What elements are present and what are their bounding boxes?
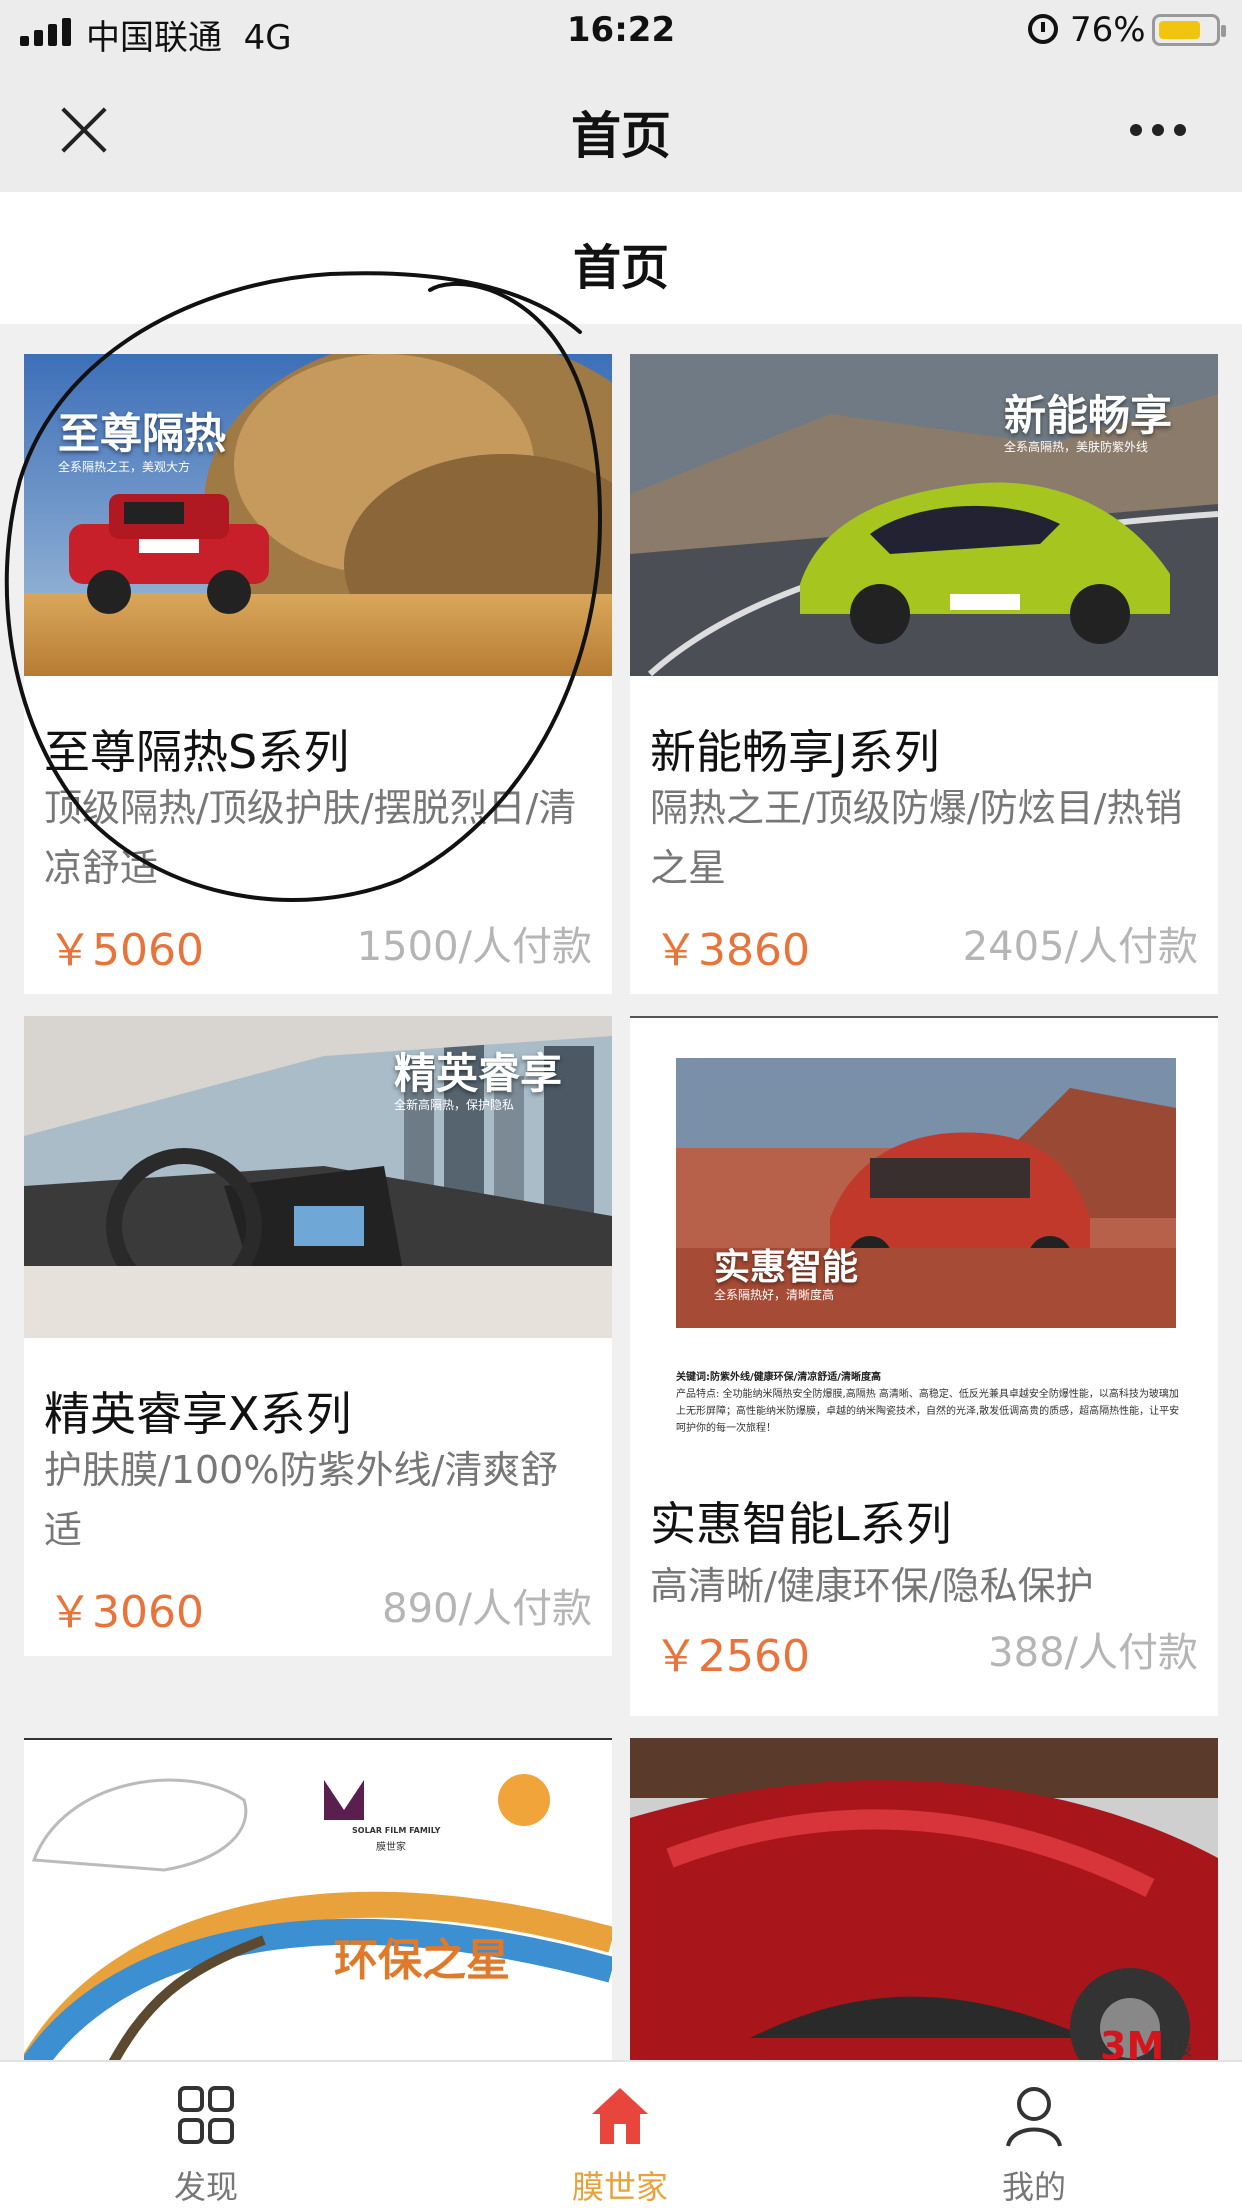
top-bar: 中国联通 4G 16:22 76% 首页	[0, 0, 1242, 192]
banner-title: 至尊隔热	[58, 409, 227, 458]
banner-title: 3M	[1100, 2024, 1165, 2060]
paid-count: 890/人付款	[382, 1586, 592, 1632]
tab-discover[interactable]: 发现	[106, 2062, 306, 2208]
nav-bar: 首页	[0, 62, 1242, 192]
product-card-j[interactable]: 新能畅享 全系高隔热，美肤防紫外线 新能畅享J系列 隔热之王/顶级防爆/防炫目/…	[630, 354, 1218, 994]
tab-mine[interactable]: 我的	[934, 2062, 1134, 2208]
tab-label: 我的	[1001, 2168, 1066, 2206]
product-desc: 隔热之王/顶级防爆/防炫目/热销之星	[650, 786, 1183, 890]
tab-label: 发现	[173, 2168, 238, 2206]
battery-icon	[1152, 14, 1226, 46]
banner-title: 环保之星	[334, 1935, 510, 1986]
brand-name-cn: 膜世家	[376, 1842, 406, 1853]
product-price: ￥3060	[48, 1587, 204, 1638]
product-name: 精英睿享X系列	[44, 1387, 352, 1441]
product-image[interactable]: 新能畅享 全系高隔热，美肤防紫外线	[630, 354, 1218, 676]
banner-subtitle: 全系隔热之王，美观大方	[58, 460, 191, 474]
product-price: ￥3860	[654, 925, 810, 976]
grid-icon	[178, 2086, 234, 2144]
product-keywords: 关键词:防紫外线/健康环保/清凉舒适/清晰度高	[676, 1372, 881, 1383]
product-image[interactable]: 3M 科技	[630, 1738, 1218, 2060]
product-name: 新能畅享J系列	[650, 725, 940, 779]
banner-title: 实惠智能	[714, 1247, 859, 1288]
product-desc: 顶级隔热/顶级护肤/摆脱烈日/清凉舒适	[44, 786, 577, 890]
product-desc: 高清晰/健康环保/隐私保护	[650, 1564, 1094, 1608]
product-card-x[interactable]: 精英睿享 全新高隔热，保护隐私 精英睿享X系列 护肤膜/100%防紫外线/清爽舒…	[24, 1016, 612, 1656]
product-card-eco[interactable]: SOLAR FILM FAMILY 膜世家 环保之星 健康环保	[24, 1738, 612, 2060]
product-image[interactable]: 实惠智能 全系隔热好，清晰度高 关键词:防紫外线/健康环保/清凉舒适/清晰度高 …	[630, 1016, 1218, 1456]
tab-home[interactable]: 膜世家	[520, 2062, 720, 2208]
product-image[interactable]: SOLAR FILM FAMILY 膜世家 环保之星 健康环保	[24, 1740, 612, 2060]
tab-label: 膜世家	[571, 2168, 668, 2206]
home-icon	[592, 2088, 648, 2144]
battery-fill	[1159, 21, 1200, 39]
paid-count: 388/人付款	[988, 1630, 1198, 1676]
banner-subtitle: 全系隔热好，清晰度高	[714, 1288, 835, 1302]
product-image[interactable]: 精英睿享 全新高隔热，保护隐私	[24, 1016, 612, 1338]
paid-count: 2405/人付款	[962, 924, 1198, 970]
banner-subtitle: 科技	[1160, 2040, 1193, 2059]
product-price: ￥2560	[654, 1631, 810, 1682]
user-icon	[1006, 2087, 1062, 2147]
alarm-icon	[1028, 14, 1058, 44]
product-desc: 护肤膜/100%防紫外线/清爽舒适	[44, 1448, 559, 1552]
bottom-tab-bar: 发现 膜世家 我的	[0, 2060, 1242, 2208]
red-sportscar-image	[630, 1738, 1218, 2060]
product-card-s[interactable]: 至尊隔热 全系隔热之王，美观大方 至尊隔热S系列 顶级隔热/顶级护肤/摆脱烈日/…	[24, 354, 612, 994]
product-card-l[interactable]: 实惠智能 全系隔热好，清晰度高 关键词:防紫外线/健康环保/清凉舒适/清晰度高 …	[630, 1016, 1218, 1716]
battery-percent: 76%	[1070, 10, 1146, 50]
paid-count: 1500/人付款	[356, 924, 592, 970]
banner-subtitle: 健康环保	[474, 1989, 530, 2005]
banner-subtitle: 全新高隔热，保护隐私	[394, 1098, 515, 1112]
banner-title: 新能畅享	[1004, 391, 1173, 440]
product-name: 实惠智能L系列	[650, 1497, 952, 1551]
product-card-3m[interactable]: 3M 科技	[630, 1738, 1218, 2060]
product-name: 至尊隔热S系列	[44, 725, 350, 779]
page-content[interactable]: 首页 至尊隔热 全系隔热之王，美观大方 至尊隔热S系列 顶级隔热/顶级护肤/摆脱…	[0, 192, 1242, 2060]
banner-title: 精英睿享	[394, 1049, 563, 1098]
product-image[interactable]: 至尊隔热 全系隔热之王，美观大方	[24, 354, 612, 676]
eco-star-image	[24, 1740, 612, 2060]
more-icon[interactable]	[1130, 124, 1186, 136]
brand-name: SOLAR FILM FAMILY	[352, 1826, 441, 1835]
banner-subtitle: 全系高隔热，美肤防紫外线	[1004, 440, 1149, 454]
page-title: 首页	[572, 240, 669, 296]
product-price: ￥5060	[48, 925, 204, 976]
product-features: 产品特点: 全功能纳米隔热安全防爆膜,高隔热 高清晰、高稳定、低反光兼具卓越安全…	[676, 1389, 1180, 1434]
status-bar: 中国联通 4G 16:22 76%	[0, 0, 1242, 62]
nav-title: 首页	[571, 107, 671, 165]
